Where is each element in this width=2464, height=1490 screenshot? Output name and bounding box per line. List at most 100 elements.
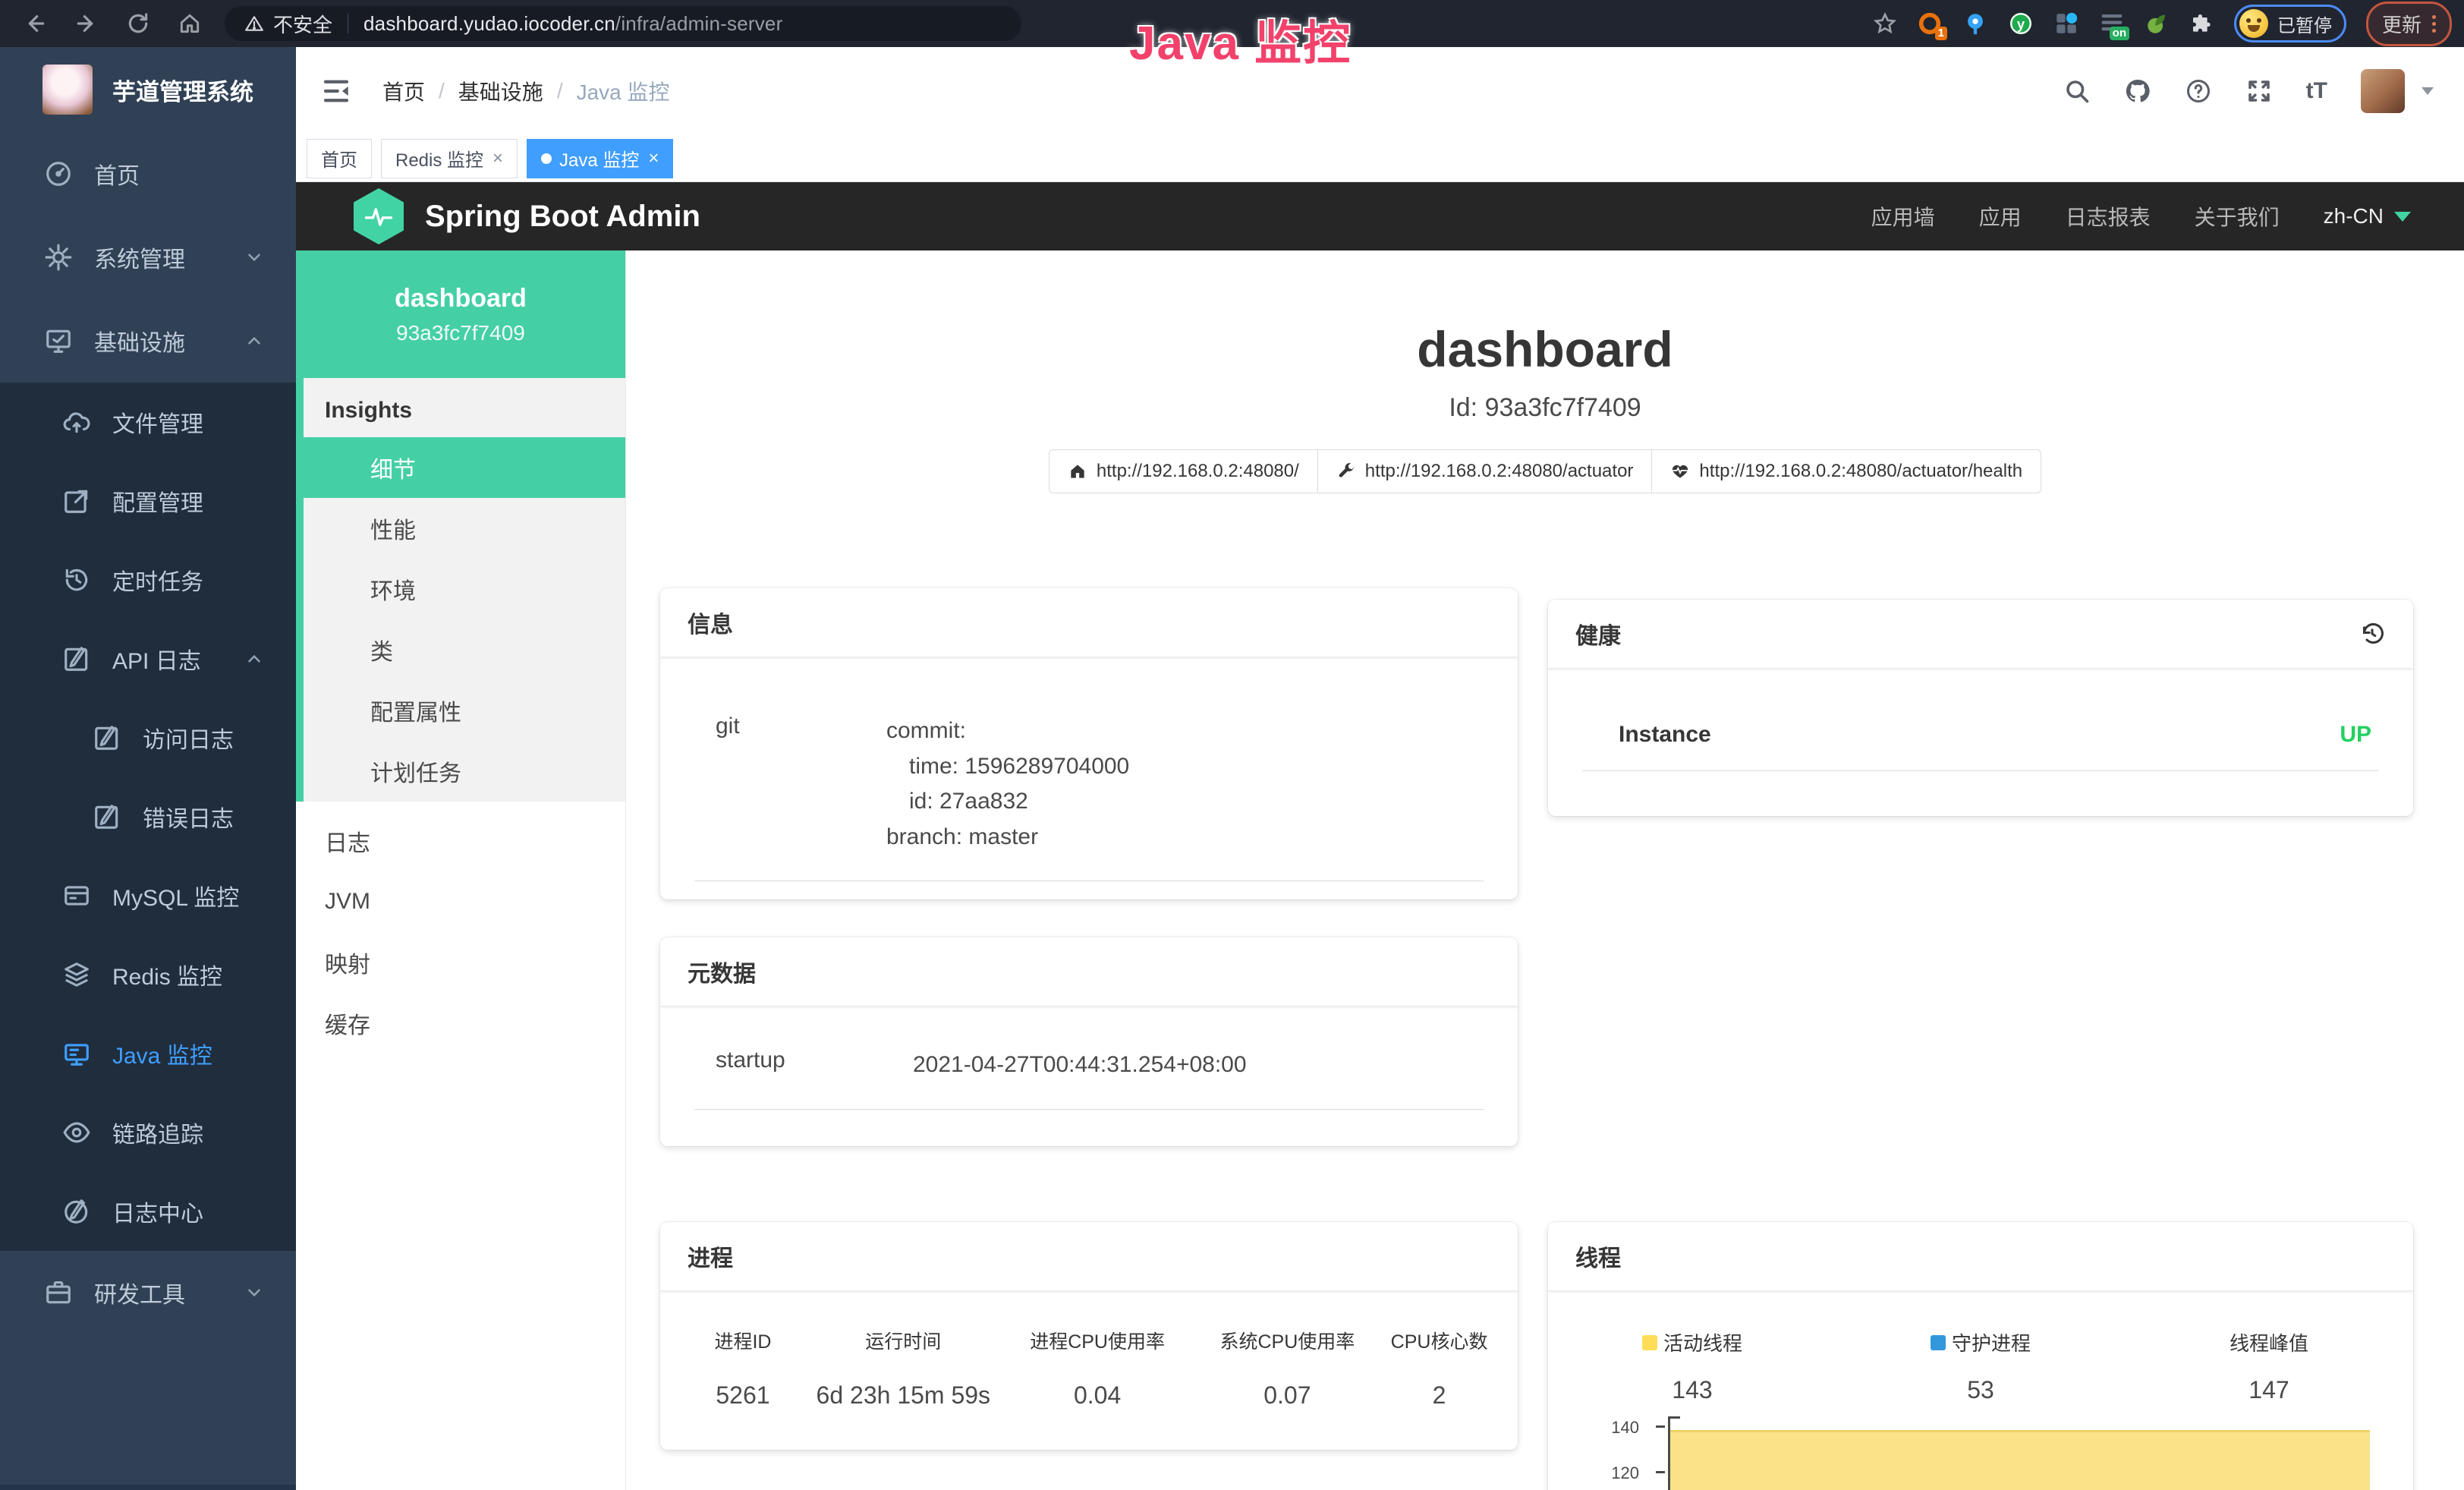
process-col-cpus: CPU核心数 2 bbox=[1376, 1327, 1503, 1410]
sba-logo-icon[interactable] bbox=[354, 188, 404, 244]
insights-item-classes[interactable]: 类 bbox=[304, 619, 625, 680]
service-url-button[interactable]: http://192.168.0.2:48080/ bbox=[1049, 449, 1318, 493]
sba-nav-journal[interactable]: 日志报表 bbox=[2066, 201, 2151, 232]
instance-header[interactable]: dashboard 93a3fc7f7409 bbox=[296, 250, 625, 378]
sidebar-item-home[interactable]: 首页 bbox=[0, 132, 296, 216]
history-icon bbox=[62, 565, 91, 594]
insights-item-config-props[interactable]: 配置属性 bbox=[304, 680, 625, 741]
legend-label: 守护进程 bbox=[1931, 1328, 2031, 1356]
insights-item-details[interactable]: 细节 bbox=[304, 437, 625, 498]
sidebar-item-system[interactable]: 系统管理 bbox=[0, 216, 296, 299]
wrench-icon bbox=[1336, 461, 1356, 481]
breadcrumb-home[interactable]: 首页 bbox=[382, 76, 425, 106]
info-card-header: 信息 bbox=[660, 588, 1518, 657]
extension-icon-green-circle[interactable]: y bbox=[2008, 11, 2034, 36]
browser-menu-dots-icon[interactable] bbox=[2432, 15, 2436, 33]
sidebar-item-label: 配置管理 bbox=[112, 484, 203, 518]
sba-locale-select[interactable]: zh-CN bbox=[2324, 204, 2411, 228]
sba-nav-about[interactable]: 关于我们 bbox=[2195, 201, 2280, 232]
sidebar-item-redis-monitor[interactable]: Redis 监控 bbox=[0, 935, 296, 1014]
sidebar-item-label: 日志中心 bbox=[112, 1195, 203, 1228]
instance-item-mappings[interactable]: 映射 bbox=[296, 932, 625, 993]
tag-label: 首页 bbox=[321, 145, 357, 172]
sidebar-item-tracing[interactable]: 链路追踪 bbox=[0, 1093, 296, 1172]
github-icon[interactable] bbox=[2124, 77, 2151, 105]
health-instance-row[interactable]: Instance UP bbox=[1582, 702, 2379, 771]
profile-avatar bbox=[2239, 9, 2268, 38]
tag-redis-monitor[interactable]: Redis 监控 × bbox=[381, 139, 518, 178]
extension-icon-grid[interactable] bbox=[2053, 11, 2079, 36]
extension-icon-list[interactable]: on bbox=[2099, 11, 2125, 36]
tag-label: Java 监控 bbox=[559, 145, 639, 172]
sba-navbar: Spring Boot Admin 应用墙 应用 日志报表 关于我们 zh-CN bbox=[296, 182, 2464, 250]
health-url: http://192.168.0.2:48080/actuator/health bbox=[1699, 461, 2022, 482]
actuator-url-button[interactable]: http://192.168.0.2:48080/actuator bbox=[1317, 449, 1653, 493]
sidebar-item-api-logs[interactable]: API 日志 bbox=[0, 619, 296, 698]
threads-card-body: 活动线程 143 守护进程 53 线程峰值 bbox=[1548, 1290, 2413, 1490]
process-card: 进程 进程ID 5261 运行时间 6d 23h 15m 59s 进程CPU使用… bbox=[660, 1222, 1518, 1450]
tag-label: Redis 监控 bbox=[395, 145, 483, 172]
sidebar-item-config-mgmt[interactable]: 配置管理 bbox=[0, 461, 296, 540]
sidebar-item-mysql-monitor[interactable]: MySQL 监控 bbox=[0, 856, 296, 935]
col-header: CPU核心数 bbox=[1376, 1327, 1503, 1354]
tag-home[interactable]: 首页 bbox=[307, 139, 372, 178]
search-icon[interactable] bbox=[2063, 77, 2091, 105]
app-logo-row[interactable]: 芋道管理系统 bbox=[0, 47, 296, 132]
close-icon[interactable]: × bbox=[648, 148, 659, 169]
sba-brand[interactable]: Spring Boot Admin bbox=[425, 200, 700, 234]
sba-nav-applications[interactable]: 应用 bbox=[1979, 201, 2022, 232]
breadcrumb: 首页 / 基础设施 / Java 监控 bbox=[382, 76, 670, 106]
forward-icon[interactable] bbox=[74, 11, 99, 36]
sidebar-item-access-logs[interactable]: 访问日志 bbox=[0, 698, 296, 777]
sidebar-item-infra[interactable]: 基础设施 bbox=[0, 299, 296, 383]
breadcrumb-infra[interactable]: 基础设施 bbox=[458, 76, 543, 106]
log-edit-icon bbox=[62, 644, 91, 673]
font-size-icon[interactable]: tT bbox=[2306, 78, 2327, 104]
insights-item-scheduled-tasks[interactable]: 计划任务 bbox=[304, 741, 625, 802]
extension-icon-sprout[interactable] bbox=[2145, 11, 2170, 36]
sidebar-item-dev-tools[interactable]: 研发工具 bbox=[0, 1251, 296, 1334]
health-url-button[interactable]: http://192.168.0.2:48080/actuator/health bbox=[1651, 449, 2041, 493]
sidebar-item-java-monitor[interactable]: Java 监控 bbox=[0, 1014, 296, 1093]
url-text: dashboard.yudao.iocoder.cn/infra/admin-s… bbox=[363, 12, 782, 36]
hamburger-icon[interactable] bbox=[320, 75, 352, 107]
history-icon[interactable] bbox=[2359, 620, 2386, 647]
instance-item-caches[interactable]: 缓存 bbox=[296, 993, 625, 1054]
edit-icon bbox=[62, 487, 91, 515]
instance-detail-content: dashboard Id: 93a3fc7f7409 http://192.16… bbox=[626, 250, 2464, 1490]
insights-item-metrics[interactable]: 性能 bbox=[304, 498, 625, 559]
instance-item-jvm[interactable]: JVM bbox=[296, 871, 625, 932]
process-card-header: 进程 bbox=[660, 1222, 1518, 1290]
extension-on-badge: on bbox=[2110, 27, 2129, 40]
extensions-puzzle-icon[interactable] bbox=[2190, 11, 2214, 36]
extension-icon-orange[interactable]: 1 bbox=[1917, 11, 1943, 36]
extension-icon-pin[interactable] bbox=[1962, 11, 1988, 36]
address-bar[interactable]: 不安全 dashboard.yudao.iocoder.cn/infra/adm… bbox=[225, 6, 1021, 41]
avatar-caret-icon[interactable] bbox=[2422, 87, 2434, 95]
instance-root-items: 日志 JVM 映射 缓存 bbox=[296, 802, 625, 1054]
sidebar-item-log-center[interactable]: 日志中心 bbox=[0, 1172, 296, 1251]
browser-update-button[interactable]: 更新 bbox=[2366, 2, 2452, 46]
chevron-up-icon bbox=[244, 649, 264, 669]
sidebar-item-error-logs[interactable]: 错误日志 bbox=[0, 777, 296, 856]
sba-nav-wallboard[interactable]: 应用墙 bbox=[1871, 201, 1935, 232]
cloud-upload-icon bbox=[62, 408, 91, 436]
browser-profile-chip[interactable]: 已暂停 bbox=[2234, 5, 2346, 43]
sidebar-item-cron-jobs[interactable]: 定时任务 bbox=[0, 540, 296, 619]
tag-java-monitor[interactable]: Java 监控 × bbox=[527, 139, 673, 178]
sidebar-item-file-mgmt[interactable]: 文件管理 bbox=[0, 383, 296, 461]
legend-text: 活动线程 bbox=[1663, 1328, 1742, 1356]
help-icon[interactable] bbox=[2185, 77, 2212, 105]
reload-icon[interactable] bbox=[126, 11, 150, 36]
url-host: dashboard.yudao.iocoder.cn bbox=[363, 12, 615, 35]
dashboard-icon bbox=[44, 159, 73, 188]
active-dot bbox=[541, 153, 552, 164]
fullscreen-icon[interactable] bbox=[2245, 77, 2273, 105]
insights-item-env[interactable]: 环境 bbox=[304, 559, 625, 619]
user-avatar[interactable] bbox=[2361, 69, 2405, 113]
home-icon[interactable] bbox=[178, 11, 202, 36]
close-icon[interactable]: × bbox=[492, 148, 503, 169]
back-icon[interactable] bbox=[23, 11, 47, 36]
instance-item-logs[interactable]: 日志 bbox=[296, 811, 625, 871]
bookmark-star-icon[interactable] bbox=[1873, 11, 1897, 36]
